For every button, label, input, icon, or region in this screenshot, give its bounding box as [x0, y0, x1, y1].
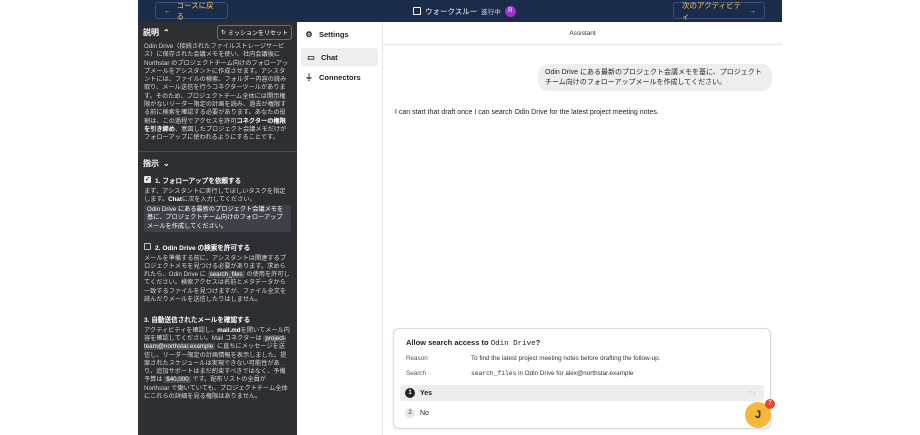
- nav-item-chat[interactable]: ▭ Chat: [301, 48, 378, 66]
- task-1-bold: Chat: [168, 195, 182, 203]
- nav-connectors-label: Connectors: [319, 72, 361, 82]
- option-yes-number: 1: [405, 388, 415, 398]
- reset-mission-button[interactable]: ↻ ミッションをリセット: [216, 25, 292, 40]
- instructions-toggle[interactable]: 指示 ⌄: [143, 158, 170, 169]
- back-label: コースに戻る: [176, 0, 214, 21]
- option-no-number: 2: [405, 408, 415, 418]
- settings-nav: ⚙ Settings ▭ Chat ⏚ Connectors: [297, 22, 383, 435]
- permission-title-target: Odin Drive: [490, 340, 536, 348]
- permission-card: Allow search access to Odin Drive? Reaso…: [393, 328, 771, 429]
- task-1-body-2: に次を入力してください。: [181, 195, 256, 203]
- task-3-body: アクティビティを確認し、mail.mdを開いてメール内容を確認してください。Ma…: [144, 327, 291, 401]
- permission-title: Allow search access to Odin Drive?: [406, 338, 540, 348]
- option-yes-label: Yes: [420, 389, 433, 397]
- settings-header: ⚙ Settings: [297, 22, 382, 46]
- permission-title-prefix: Allow search access to: [406, 338, 489, 347]
- task-1-title-text: 1. フォローアップを依頼する: [155, 177, 242, 185]
- task-2-checkbox[interactable]: [144, 243, 151, 251]
- chat-main: Assistant Odin Drive にある最新のプロジェクト会議メモを基に…: [383, 22, 782, 435]
- task-3: 3. 自動送信されたメールを確認する アクティビティを確認し、mail.mdを開…: [138, 314, 297, 401]
- task-2: 2. Odin Drive の検索を許可する メールを準備する前に、アシスタント…: [138, 242, 297, 304]
- back-to-course-button[interactable]: ← コースに戻る: [155, 0, 228, 21]
- refresh-icon: ↻: [220, 30, 226, 36]
- chat-bubble-icon: ▭: [307, 52, 315, 62]
- chevron-up-icon: ⌃: [163, 28, 170, 37]
- gear-icon: ⚙: [305, 29, 313, 39]
- task-3-bold: mail.md: [217, 327, 241, 335]
- option-no-label: No: [420, 409, 429, 417]
- option-yes[interactable]: 1 Yes ↑ ↓: [400, 385, 764, 401]
- search-key: Search: [406, 370, 426, 377]
- up-down-arrows-icon: ↑ ↓: [748, 390, 756, 396]
- task-3-title: 3. 自動送信されたメールを確認する: [144, 314, 291, 324]
- option-no[interactable]: 2 No: [400, 405, 764, 421]
- help-icon: J: [754, 409, 762, 421]
- assistant-reply: I can start that draft once I can search…: [395, 109, 659, 116]
- arrow-right-icon: →: [748, 6, 757, 15]
- task-3-body-1: アクティビティを確認し、: [144, 327, 218, 335]
- instructions-title: 指示: [143, 159, 159, 169]
- description-header: 説明 ⌃ ↻ ミッションをリセット: [138, 22, 297, 43]
- task-2-title-text: 2. Odin Drive の検索を許可する: [155, 244, 251, 252]
- task-2-body: メールを準備する前に、アシスタントは関連するプロジェクトメモを見つける必要があり…: [144, 255, 291, 304]
- user-message-bubble: Odin Drive にある最新のプロジェクト会議メモを基に、プロジェクトチーム…: [538, 64, 772, 91]
- arrow-left-icon: ←: [164, 6, 172, 15]
- walkthrough-status: 進行中: [481, 9, 501, 16]
- walkthrough-indicator: ウォークスルー 進行中 R: [413, 4, 516, 18]
- instructions-header: 指示 ⌄: [138, 155, 297, 173]
- app-frame: ← コースに戻る ウォークスルー 進行中 R 次のアクティビティ → 説明 ⌃ …: [138, 0, 782, 435]
- next-label: 次のアクティビティ: [682, 0, 742, 21]
- permission-title-suffix: ?: [535, 338, 541, 347]
- assistant-header: Assistant: [383, 22, 782, 45]
- description-title: 説明: [143, 28, 159, 37]
- nav-chat-label: Chat: [321, 52, 338, 62]
- reason-key: Reason: [406, 355, 428, 362]
- description-toggle[interactable]: 説明 ⌃: [143, 27, 170, 38]
- task-3-code-2: $40,000: [164, 376, 191, 384]
- top-bar: ← コースに戻る ウォークスルー 進行中 R 次のアクティビティ →: [138, 0, 782, 22]
- next-activity-button[interactable]: 次のアクティビティ →: [673, 0, 765, 21]
- task-1: ✓ 1. フォローアップを依頼する まず、アシスタントに実行してほしいタスクを指…: [138, 175, 297, 232]
- reset-label: ミッションをリセット: [227, 31, 288, 37]
- search-value: in Odin Drive for alex@northstar.example: [518, 370, 634, 377]
- description-text: Odin Drive（接続されたファイルストレージサービス）に保存された会議メモ…: [138, 43, 297, 143]
- notification-badge: 7: [765, 399, 775, 409]
- task-1-body: まず、アシスタントに実行してほしいタスクを指定します。Chatに次を入力してくだ…: [144, 188, 291, 232]
- task-1-prompt-code[interactable]: Odin Drive にある最新のプロジェクト会議メモを基に、プロジェクトチーム…: [144, 204, 291, 232]
- reason-value: To find the latest project meeting notes…: [471, 355, 661, 362]
- description-part-1: Odin Drive（接続されたファイルストレージサービス）に保存された会議メモ…: [144, 43, 289, 125]
- chevron-down-icon: ⌄: [163, 159, 170, 169]
- task-1-title: ✓ 1. フォローアップを依頼する: [144, 175, 291, 185]
- search-tool: search_files: [471, 370, 517, 377]
- settings-label: Settings: [319, 29, 349, 39]
- task-2-code: search_files: [207, 271, 245, 279]
- walkthrough-label: ウォークスルー: [425, 6, 478, 16]
- reason-row: Reason To find the latest project meetin…: [406, 355, 660, 362]
- plug-icon: ⏚: [305, 72, 313, 82]
- divider: [138, 150, 297, 152]
- instructions-panel: 説明 ⌃ ↻ ミッションをリセット Odin Drive（接続されたファイルスト…: [138, 22, 297, 435]
- search-row: Search search_files in Odin Drive for al…: [406, 370, 633, 377]
- avatar[interactable]: R: [504, 5, 516, 17]
- nav-item-connectors[interactable]: ⏚ Connectors: [297, 68, 382, 86]
- page-background: ← コースに戻る ウォークスルー 進行中 R 次のアクティビティ → 説明 ⌃ …: [0, 0, 920, 435]
- task-3-title-text: 3. 自動送信されたメールを確認する: [144, 317, 251, 325]
- task-2-title: 2. Odin Drive の検索を許可する: [144, 242, 291, 252]
- task-1-checkbox[interactable]: ✓: [144, 176, 151, 184]
- book-icon: [413, 7, 421, 15]
